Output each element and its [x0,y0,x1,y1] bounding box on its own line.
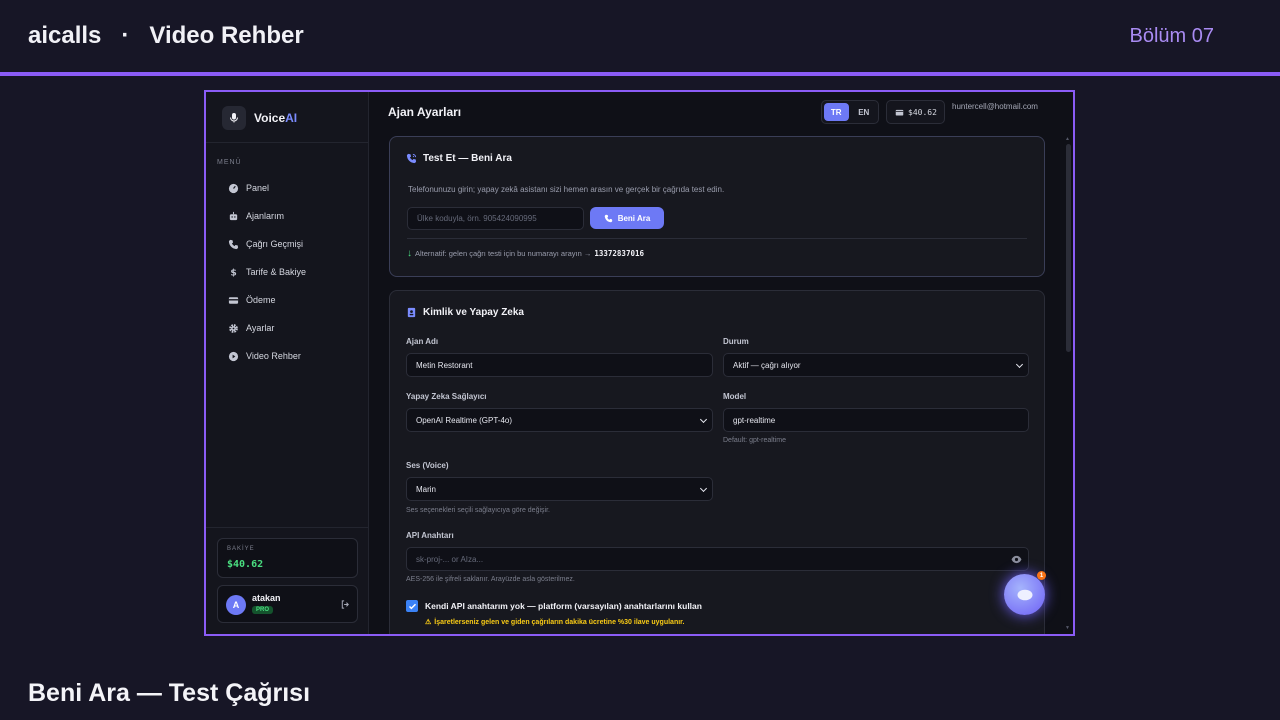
voice-label: Ses (Voice) [406,461,449,470]
balance-card: BAKİYE $40.62 [217,538,358,578]
test-call-card: Test Et — Beni Ara Telefonunuzu girin; y… [389,136,1045,277]
sidebar-item-label: Tarife & Bakiye [246,267,307,277]
sidebar-item-agents[interactable]: Ajanlarım [217,202,357,230]
microphone-icon [222,106,246,130]
phone-ringing-icon [406,153,417,164]
api-key-input[interactable]: sk-proj-... or AIza... [406,547,1029,571]
brand[interactable]: VoiceAI [222,105,297,131]
status-select[interactable]: Aktif — çağrı alıyor [723,353,1029,377]
call-me-button[interactable]: Beni Ara [590,207,664,229]
language-switch: TR EN [821,100,879,124]
inbound-number[interactable]: 13372837016 [594,249,644,258]
main-content: Ajan Ayarları TR EN $40.62 huntercell@ho… [370,92,1073,634]
test-description: Telefonunuzu girin; yapay zekâ asistanı … [408,185,725,194]
agent-name-label: Ajan Adı [406,337,439,346]
user-card: A atakan PRO [217,585,358,623]
robot-icon [229,211,238,220]
gear-icon [229,323,238,333]
logout-icon[interactable] [340,599,351,610]
sidebar-item-label: Ajanlarım [246,211,285,221]
scroll-down-arrow[interactable]: ▼ [1065,625,1070,631]
menu-label: MENÜ [217,159,242,166]
chapter-title: Beni Ara — Test Çağrısı [28,679,311,707]
card-divider [407,238,1027,239]
api-key-help: AES-256 ile şifreli saklanır. Arayüzde a… [406,576,575,583]
model-input[interactable]: gpt-realtime [723,408,1029,432]
model-help: Default: gpt-realtime [723,437,787,444]
sidebar-item-settings[interactable]: Ayarlar [217,314,357,342]
plan-badge: PRO [252,606,274,614]
sidebar-item-pricing[interactable]: $ Tarife & Bakiye [217,258,357,286]
surcharge-warning: ⚠ İşaretlerseniz gelen ve giden çağrılar… [425,618,685,627]
wallet-badge[interactable]: $40.62 [886,100,945,124]
warning-icon: ⚠ [425,619,432,626]
sidebar-item-label: Ödeme [246,295,276,305]
sidebar-item-label: Panel [246,183,270,193]
user-email: huntercell@hotmail.com [952,102,1038,111]
id-badge-icon [407,307,416,318]
header-divider [0,72,1280,76]
user-name: atakan [252,593,281,603]
assistant-chat-button[interactable] [1004,574,1045,615]
play-icon [228,351,239,361]
platform-key-checkbox[interactable] [406,600,418,612]
model-label: Model [723,392,747,401]
sidebar-menu: Panel Ajanlarım Çağrı Geçmişi $ Tarife &… [217,174,357,370]
sidebar-item-payment[interactable]: Ödeme [217,286,357,314]
provider-select[interactable]: OpenAI Realtime (GPT-4o) [406,408,713,432]
app-window: VoiceAI MENÜ Panel Ajanlarım Çağrı Geçmi… [204,90,1075,636]
avatar[interactable]: A [226,595,246,615]
lang-tr-button[interactable]: TR [824,103,849,121]
video-title: aicalls · Video Rehber [28,22,304,49]
phone-icon [228,239,239,249]
balance-value: $40.62 [227,559,264,570]
sidebar-divider [206,527,369,528]
chat-bubble-icon [1017,589,1032,600]
alternative-note: ↓ Alternatif: gelen çağrı testi için bu … [407,248,645,259]
wallet-value: $40.62 [908,107,937,117]
sidebar-item-label: Ayarlar [246,323,275,333]
sidebar-item-label: Çağrı Geçmişi [246,239,304,249]
sidebar-divider [206,142,369,143]
platform-key-label[interactable]: Kendi API anahtarım yok — platform (vars… [425,601,702,611]
voice-select[interactable]: Marin [406,477,713,501]
episode-label: Bölüm 07 [1129,25,1215,47]
wallet-icon [895,109,904,115]
brand-name: VoiceAI [254,111,298,125]
scrollbar-thumb[interactable] [1066,144,1071,352]
status-label: Durum [723,337,749,346]
page-title: Ajan Ayarları [388,105,462,119]
sidebar: VoiceAI MENÜ Panel Ajanlarım Çağrı Geçmi… [206,92,369,634]
video-header: aicalls · Video Rehber Bölüm 07 [0,0,1280,72]
scroll-up-arrow[interactable]: ▲ [1065,136,1070,142]
notification-badge: 1 [1037,571,1046,580]
eye-icon[interactable] [1011,555,1022,564]
balance-label: BAKİYE [227,546,255,552]
dollar-icon: $ [230,267,236,277]
agent-name-input[interactable]: Metin Restorant [406,353,713,377]
lang-en-button[interactable]: EN [852,103,877,121]
identity-card-title: Kimlik ve Yapay Zeka [406,307,524,318]
sidebar-item-label: Video Rehber [246,351,301,361]
identity-ai-card: Kimlik ve Yapay Zeka Ajan Adı Metin Rest… [389,290,1045,634]
credit-card-icon [228,296,239,304]
svg-text:$: $ [230,267,236,277]
voice-help: Ses seçenekleri seçili sağlayıcıya göre … [406,507,550,514]
provider-label: Yapay Zeka Sağlayıcı [406,392,487,401]
check-icon [408,603,416,609]
sidebar-item-call-history[interactable]: Çağrı Geçmişi [217,230,357,258]
video-footer: Beni Ara — Test Çağrısı [0,663,1280,720]
gauge-icon [228,183,239,193]
sidebar-item-video-guide[interactable]: Video Rehber [217,342,357,370]
phone-icon [604,214,612,222]
topbar: Ajan Ayarları TR EN $40.62 huntercell@ho… [370,92,1073,132]
sidebar-item-panel[interactable]: Panel [217,174,357,202]
arrow-down-icon: ↓ [407,248,412,259]
phone-input[interactable] [407,207,584,230]
api-key-label: API Anahtarı [406,531,454,540]
test-card-title: Test Et — Beni Ara [406,153,512,164]
